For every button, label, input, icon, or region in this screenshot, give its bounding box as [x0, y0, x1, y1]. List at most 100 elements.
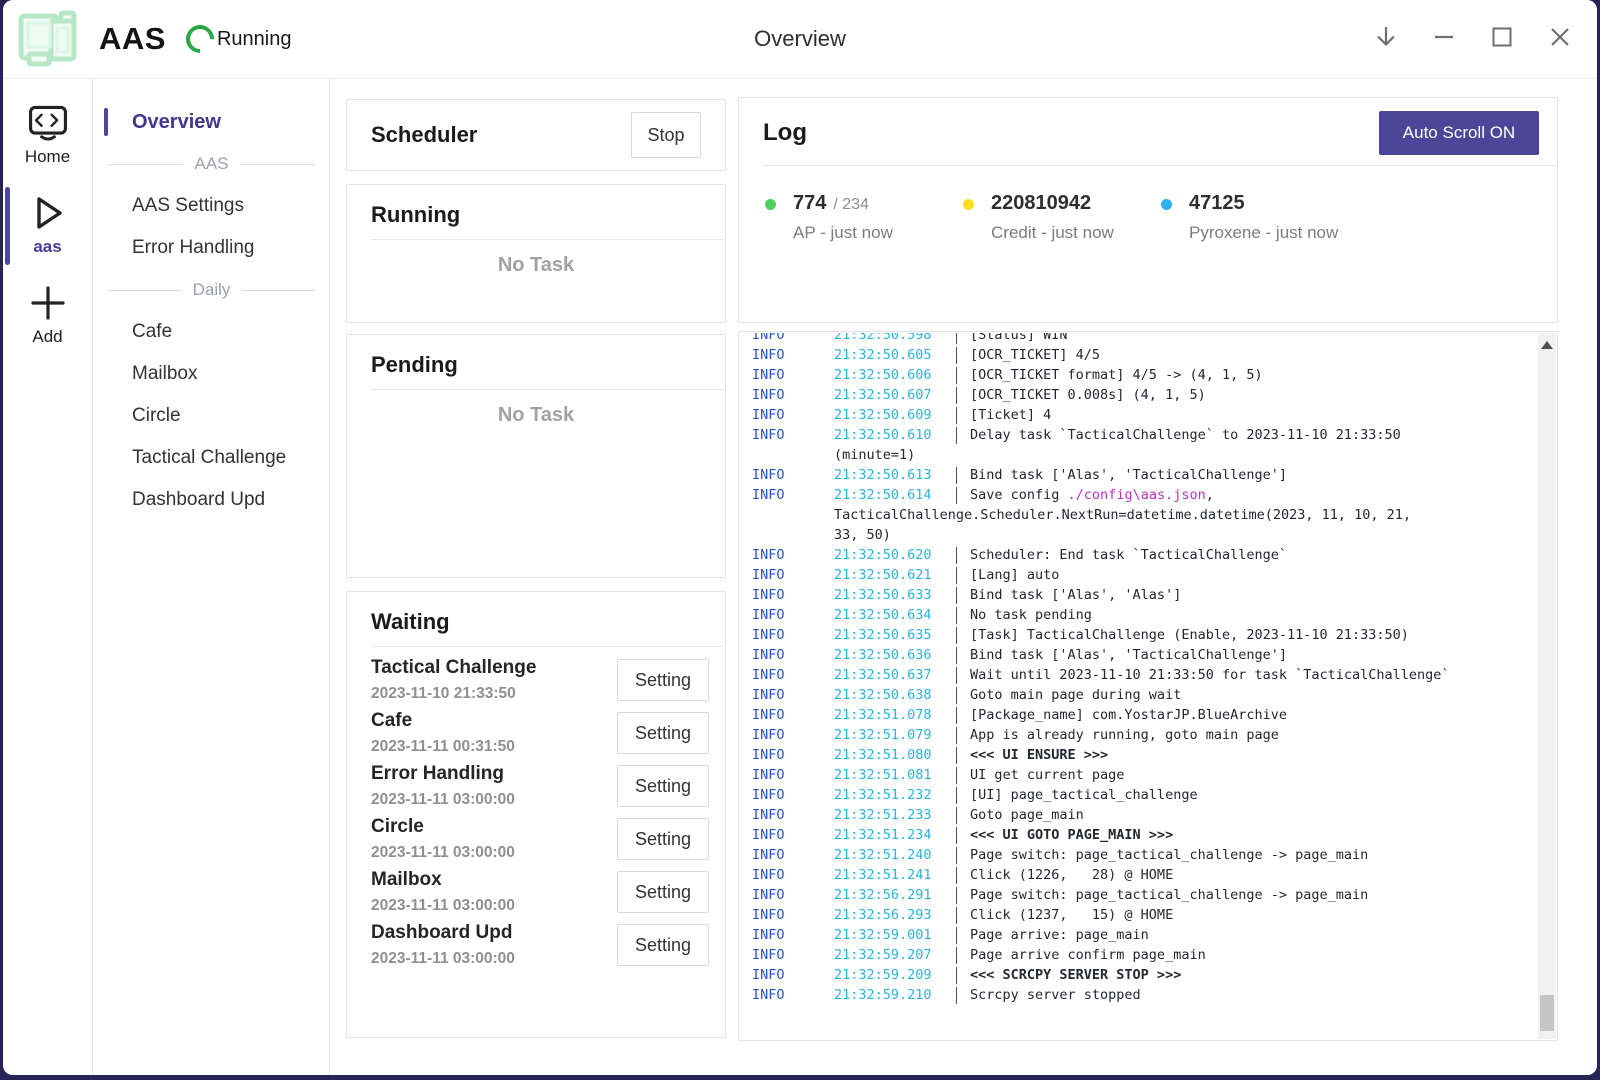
nav-item-circle[interactable]: Circle [94, 395, 329, 437]
log-line: INFO21:32:50.607[OCR_TICKET 0.008s] (4, … [752, 385, 1537, 405]
download-button[interactable] [1373, 26, 1399, 52]
waiting-task-name: Tactical Challenge [371, 657, 617, 679]
setting-button[interactable]: Setting [617, 765, 709, 807]
nav-item-tactical-challenge[interactable]: Tactical Challenge [94, 437, 329, 479]
log-text: [Ticket] 4 [970, 407, 1051, 423]
log-line: INFO21:32:51.078[Package_name] com.Yosta… [752, 705, 1537, 725]
log-separator [956, 467, 970, 484]
log-text: Click (1226, 28) @ HOME [970, 867, 1173, 883]
log-text: Bind task ['Alas', 'Alas'] [970, 587, 1181, 603]
running-empty-text: No Task [347, 254, 725, 277]
log-separator [956, 647, 970, 664]
log-text: No task pending [970, 607, 1092, 623]
scrollbar-up-arrow-icon[interactable] [1541, 341, 1553, 349]
log-separator [956, 667, 970, 684]
rail-item-add[interactable]: Add [3, 275, 92, 357]
log-text: Goto page_main [970, 807, 1084, 823]
log-message: Wait until 2023-11-10 21:33:50 for task … [970, 665, 1537, 685]
log-level: INFO [752, 965, 834, 985]
log-separator [956, 387, 970, 404]
log-scrollbar[interactable] [1538, 333, 1556, 1039]
content-area: HomeaasAdd OverviewAASAAS SettingsError … [3, 79, 1597, 1075]
log-console[interactable]: INFO21:32:50.598[Status] WININFO21:32:50… [738, 331, 1558, 1041]
nav-item-cafe[interactable]: Cafe [94, 311, 329, 353]
waiting-title: Waiting [347, 592, 725, 646]
stat-body: 774/ 234AP - just now [793, 192, 893, 243]
stat-dot [963, 199, 974, 210]
dashboard-stats: 774/ 234AP - just now 220810942Credit - j… [739, 166, 1557, 243]
log-line: INFO21:32:51.234<<< UI GOTO PAGE_MAIN >>… [752, 825, 1537, 845]
log-message: <<< SCRCPY SERVER STOP >>> [970, 965, 1537, 985]
log-text: Wait until 2023-11-10 21:33:50 for task … [970, 667, 1450, 683]
auto-scroll-button[interactable]: Auto Scroll ON [1379, 111, 1539, 155]
log-line: INFO21:32:59.207Page arrive confirm page… [752, 945, 1537, 965]
log-timestamp: 21:32:51.240 [834, 845, 956, 865]
setting-button[interactable]: Setting [617, 712, 709, 754]
log-text: <<< UI GOTO PAGE_MAIN >>> [970, 827, 1173, 843]
stat-value: 220810942 [991, 192, 1091, 215]
stat-label: AP - just now [793, 223, 893, 243]
nav-item-dashboard-upd[interactable]: Dashboard Upd [94, 479, 329, 521]
log-text: [UI] page_tactical_challenge [970, 787, 1198, 803]
log-text: App is already running, goto main page [970, 727, 1279, 743]
app-window: AAS Running Overview HomeaasAdd Overview… [3, 0, 1597, 1075]
pending-card: Pending No Task [346, 334, 726, 578]
log-message: [Task] TacticalChallenge (Enable, 2023-1… [970, 625, 1537, 645]
log-separator [956, 787, 970, 804]
scrollbar-thumb[interactable] [1540, 995, 1554, 1031]
log-message: Click (1237, 15) @ HOME [970, 905, 1537, 925]
waiting-task-info: Circle2023-11-11 03:00:00 [371, 816, 617, 862]
log-timestamp: 21:32:50.605 [834, 345, 956, 365]
log-level: INFO [752, 825, 834, 845]
log-line: INFO21:32:51.080<<< UI ENSURE >>> [752, 745, 1537, 765]
waiting-task-info: Mailbox2023-11-11 03:00:00 [371, 869, 617, 915]
waiting-task-next-run: 2023-11-11 03:00:00 [371, 897, 617, 915]
log-separator [956, 707, 970, 724]
log-timestamp: 21:32:56.291 [834, 885, 956, 905]
log-message: Bind task ['Alas', 'TacticalChallenge'] [970, 465, 1537, 485]
log-timestamp: 21:32:50.613 [834, 465, 956, 485]
log-message: <<< UI ENSURE >>> [970, 745, 1537, 765]
log-text: [Lang] auto [970, 567, 1059, 583]
setting-button[interactable]: Setting [617, 924, 709, 966]
main-panel: Scheduler Stop Running No Task Pending N… [331, 79, 1597, 1075]
setting-button[interactable]: Setting [617, 818, 709, 860]
log-message: Page arrive: page_main [970, 925, 1537, 945]
nav-item-error-handling[interactable]: Error Handling [94, 227, 329, 269]
setting-button[interactable]: Setting [617, 871, 709, 913]
log-level: INFO [752, 425, 834, 445]
maximize-button[interactable] [1489, 26, 1515, 52]
log-line: INFO21:32:50.605[OCR_TICKET] 4/5 [752, 345, 1537, 365]
log-text: Delay task `TacticalChallenge` to 2023-1… [970, 427, 1401, 443]
minimize-button[interactable] [1431, 26, 1457, 52]
log-level: INFO [752, 865, 834, 885]
close-button[interactable] [1547, 26, 1573, 52]
log-line: INFO21:32:50.598[Status] WIN [752, 333, 1537, 345]
log-message: [OCR_TICKET] 4/5 [970, 345, 1537, 365]
nav-item-overview[interactable]: Overview [94, 101, 329, 143]
log-separator [956, 747, 970, 764]
nav-item-mailbox[interactable]: Mailbox [94, 353, 329, 395]
log-line: INFO21:32:50.634No task pending [752, 605, 1537, 625]
stat-dot [765, 199, 776, 210]
nav-section-label: AAS [194, 154, 228, 174]
log-timestamp: 21:32:51.241 [834, 865, 956, 885]
setting-button[interactable]: Setting [617, 659, 709, 701]
waiting-task-name: Cafe [371, 710, 617, 732]
nav-item-aas-settings[interactable]: AAS Settings [94, 185, 329, 227]
log-message-continuation: (minute=1) [834, 445, 1537, 465]
stat-label: Pyroxene - just now [1189, 223, 1338, 243]
log-level: INFO [752, 785, 834, 805]
rail-item-home[interactable]: Home [3, 95, 92, 177]
stop-button[interactable]: Stop [631, 112, 701, 158]
rail-item-aas[interactable]: aas [3, 185, 92, 267]
log-separator [956, 887, 970, 904]
waiting-task-info: Error Handling2023-11-11 03:00:00 [371, 763, 617, 809]
log-separator [956, 907, 970, 924]
stat-item: 774/ 234AP - just now [765, 192, 963, 243]
stat-item: 220810942Credit - just now [963, 192, 1161, 243]
log-line: INFO21:32:51.233Goto page_main [752, 805, 1537, 825]
log-level: INFO [752, 985, 834, 1005]
waiting-task-name: Error Handling [371, 763, 617, 785]
log-separator [956, 567, 970, 584]
